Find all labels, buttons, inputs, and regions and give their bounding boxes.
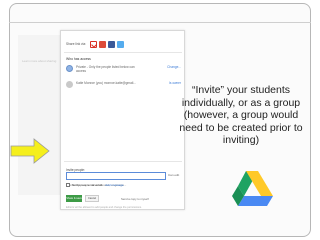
- cancel-button[interactable]: Cancel: [85, 195, 99, 202]
- invite-field: [66, 172, 166, 188]
- facebook-icon[interactable]: [108, 40, 116, 48]
- gmail-icon[interactable]: [90, 40, 98, 48]
- footer-note: Editors will be allowed to add people an…: [66, 206, 142, 209]
- google-plus-icon[interactable]: [99, 40, 107, 48]
- access-row-owner: Katie Monroe (you) monroe.katie@gmail...…: [66, 81, 181, 93]
- access-row-text: Katie Monroe (you) monroe.katie@gmail...: [76, 81, 136, 85]
- side-panel: Learn more about sharing: [18, 35, 60, 195]
- permission-select[interactable]: Can edit: [168, 173, 179, 177]
- change-link[interactable]: Change...: [167, 65, 181, 69]
- person-icon: [66, 81, 73, 88]
- globe-icon: [66, 65, 73, 72]
- notify-row: Notify people via email Add message: [66, 183, 124, 187]
- access-title: Who has access: [66, 57, 91, 61]
- dialog-buttons: Share & save Cancel Send a copy to mysel…: [66, 195, 149, 202]
- pointer-arrow-icon: [10, 138, 50, 164]
- send-copy-label[interactable]: Send a copy to myself: [121, 197, 149, 201]
- access-row-text: Private - Only the people listed below c…: [76, 65, 135, 73]
- dialog-divider: [64, 161, 182, 162]
- share-link-row: Share link via:: [66, 40, 126, 48]
- share-dialog: Share link via: Who has access Private -…: [60, 30, 185, 210]
- google-drive-icon: [232, 171, 273, 206]
- share-save-button[interactable]: Share & save: [66, 195, 82, 202]
- side-panel-link[interactable]: Learn more about sharing: [22, 59, 56, 63]
- notify-checkbox[interactable]: [66, 183, 70, 187]
- annotation-text: “Invite” your students individually, or …: [179, 84, 303, 146]
- dialog-divider: [64, 52, 182, 53]
- share-link-label: Share link via:: [66, 42, 87, 46]
- add-message-link[interactable]: Add message: [105, 183, 123, 187]
- twitter-icon[interactable]: [117, 40, 125, 48]
- slide-divider: [9, 22, 311, 23]
- access-row-private: Private - Only the people listed below c…: [66, 65, 181, 77]
- notify-label: Notify people via email: [72, 183, 103, 187]
